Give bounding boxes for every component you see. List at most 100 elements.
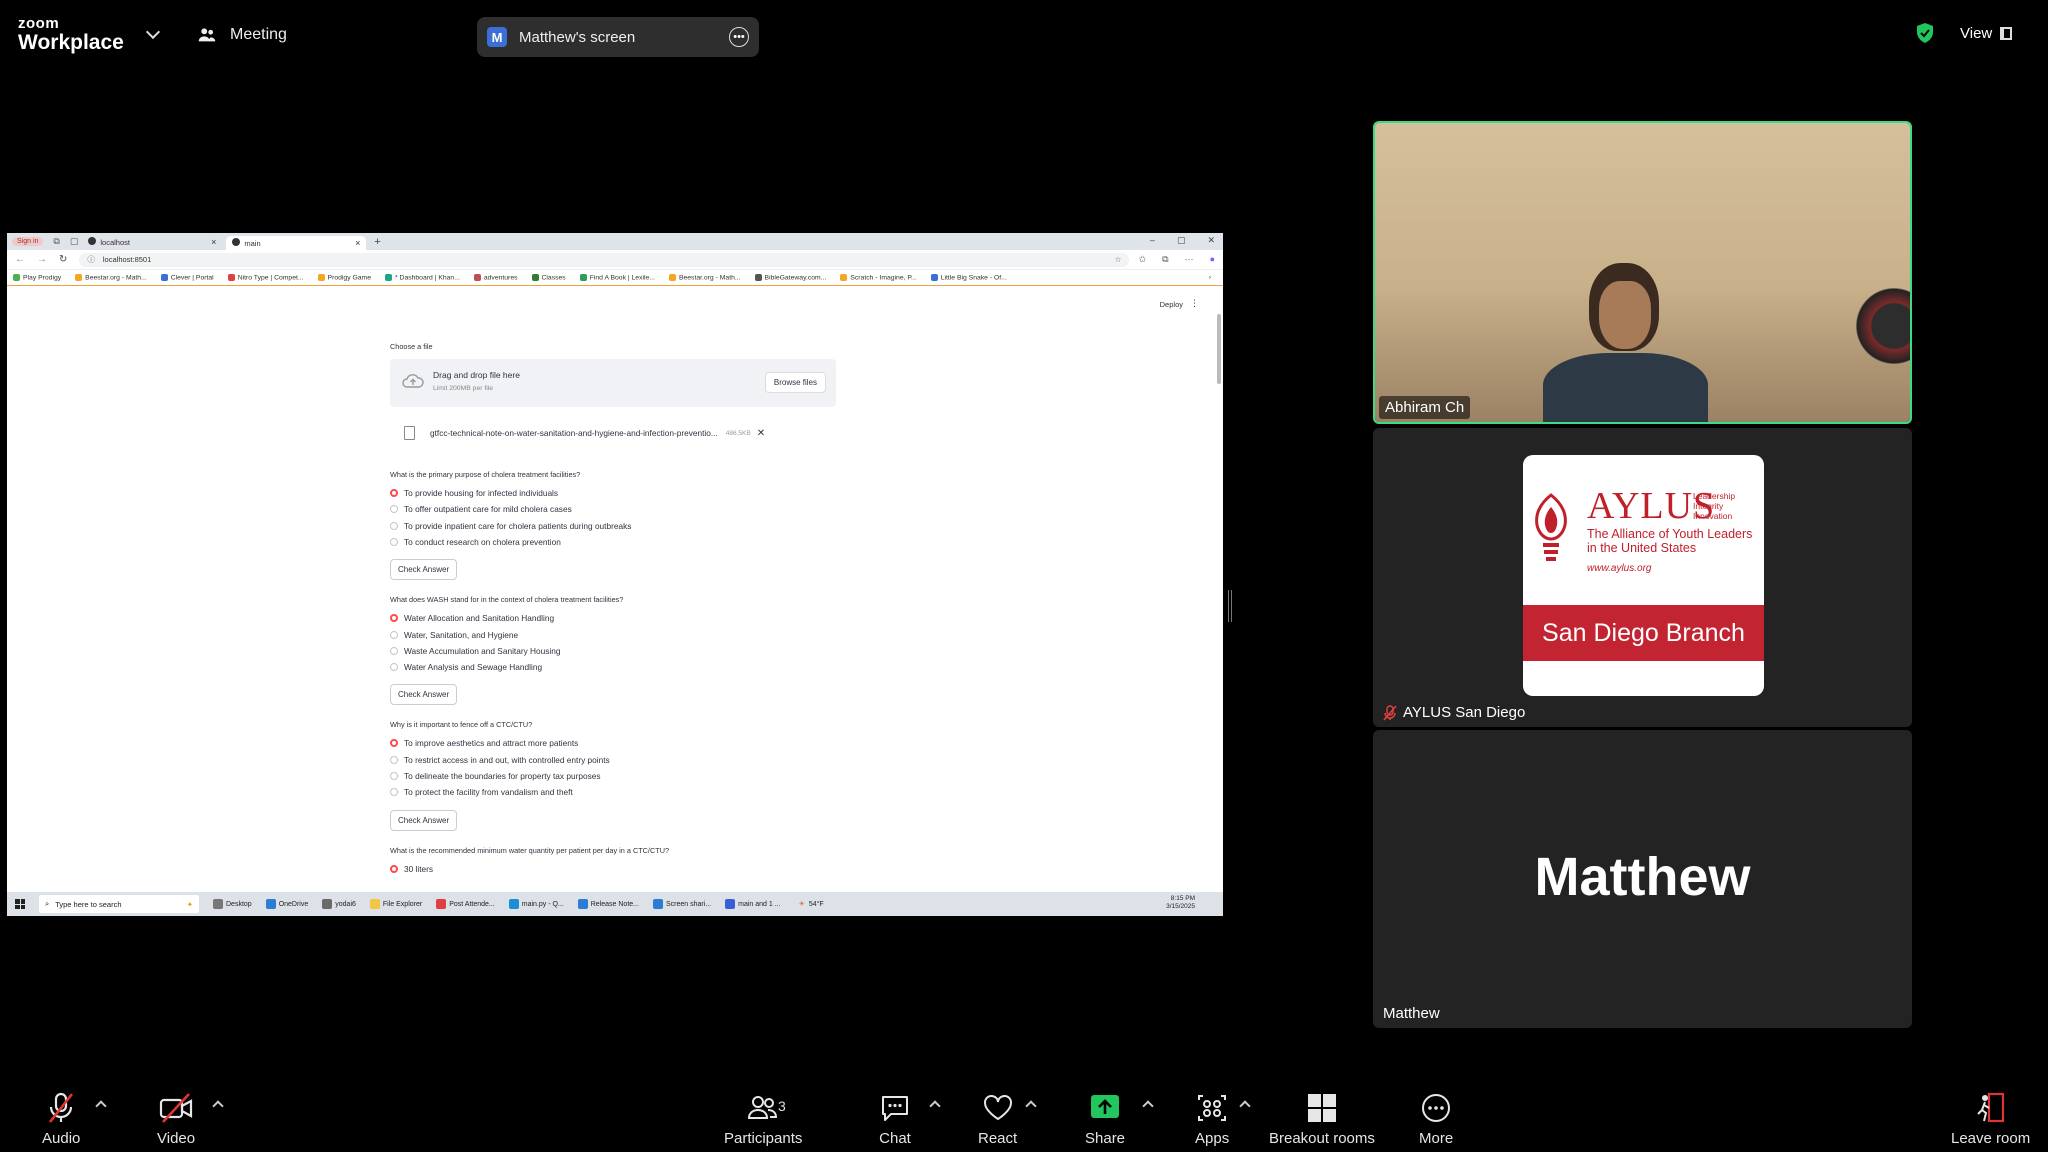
radio-button[interactable] bbox=[390, 864, 398, 873]
bookmark-item[interactable]: Little Big Snake - Of... bbox=[930, 273, 1007, 281]
answer-option[interactable]: 30 liters bbox=[390, 864, 433, 874]
radio-button[interactable] bbox=[390, 663, 398, 672]
meeting-button[interactable]: Meeting bbox=[196, 24, 287, 46]
radio-button[interactable] bbox=[390, 614, 398, 623]
taskbar-app[interactable]: main and 1 ... bbox=[725, 899, 781, 909]
split-resize-handle[interactable] bbox=[1228, 590, 1232, 622]
taskbar-app[interactable]: yodai6 bbox=[322, 899, 356, 909]
answer-option[interactable]: To provide housing for infected individu… bbox=[390, 488, 558, 498]
close-window-icon[interactable]: ✕ bbox=[1207, 235, 1215, 246]
react-button[interactable]: React bbox=[978, 1092, 1017, 1147]
copilot-icon[interactable]: ● bbox=[1210, 254, 1215, 265]
breakout-rooms-button[interactable]: Breakout rooms bbox=[1269, 1092, 1375, 1147]
check-answer-button[interactable]: Check Answer bbox=[390, 684, 458, 706]
shared-screen[interactable]: Sign in ⧉ ▢ localhost × main × + – ▢ ✕ ←… bbox=[7, 233, 1223, 916]
audio-options-caret[interactable] bbox=[95, 1100, 107, 1112]
answer-option[interactable]: To restrict access in and out, with cont… bbox=[390, 755, 610, 765]
file-dropzone[interactable]: Drag and drop file here Limit 200MB per … bbox=[390, 359, 836, 407]
video-tile-abhiram[interactable]: Abhiram Ch bbox=[1373, 121, 1912, 424]
more-button[interactable]: More bbox=[1419, 1092, 1453, 1147]
answer-option[interactable]: To delineate the boundaries for property… bbox=[390, 771, 600, 781]
video-tile-aylus[interactable]: AYLUS Leadership Integrity Innovation Th… bbox=[1373, 428, 1912, 727]
minimize-icon[interactable]: – bbox=[1150, 235, 1155, 246]
video-tile-matthew[interactable]: Matthew Matthew bbox=[1373, 730, 1912, 1028]
remove-file-icon[interactable]: ✕ bbox=[757, 428, 765, 439]
reload-icon[interactable]: ↻ bbox=[59, 254, 67, 265]
bookmark-item[interactable]: Nitro Type | Compet... bbox=[227, 273, 304, 281]
url-field[interactable]: ⓘ localhost:8501 ☆ bbox=[79, 252, 1130, 267]
browse-files-button[interactable]: Browse files bbox=[764, 372, 826, 393]
deploy-button[interactable]: Deploy bbox=[1160, 300, 1183, 309]
security-shield-icon[interactable] bbox=[1915, 22, 1935, 44]
bookmark-item[interactable]: * Dashboard | Khan... bbox=[385, 273, 460, 281]
site-info-icon[interactable]: ⓘ bbox=[87, 254, 95, 265]
bookmark-item[interactable]: Play Prodigy bbox=[13, 273, 61, 281]
radio-button[interactable] bbox=[390, 788, 398, 797]
share-options-caret[interactable] bbox=[1142, 1100, 1154, 1112]
bookmark-item[interactable]: Prodigy Game bbox=[317, 273, 371, 281]
tab-actions-icon[interactable]: ▢ bbox=[70, 236, 79, 247]
check-answer-button[interactable]: Check Answer bbox=[390, 809, 458, 831]
taskbar-app[interactable]: Desktop bbox=[213, 899, 252, 909]
close-tab-icon[interactable]: × bbox=[211, 237, 216, 247]
answer-option[interactable]: Waste Accumulation and Sanitary Housing bbox=[390, 646, 561, 656]
bookmark-item[interactable]: adventures bbox=[473, 273, 518, 281]
signin-button[interactable]: Sign in bbox=[12, 237, 44, 246]
menu-dots-icon[interactable]: ··· bbox=[1185, 254, 1194, 265]
favorites-icon[interactable]: ✩ bbox=[1139, 254, 1147, 265]
back-icon[interactable]: ← bbox=[15, 254, 25, 265]
taskbar-app[interactable]: Release Note... bbox=[577, 899, 639, 909]
taskbar-app[interactable]: main.py - Q... bbox=[508, 899, 564, 909]
more-bookmarks-icon[interactable]: › bbox=[1209, 274, 1211, 281]
react-options-caret[interactable] bbox=[1025, 1100, 1037, 1112]
workspaces-icon[interactable]: ⧉ bbox=[53, 236, 59, 247]
answer-option[interactable]: To provide inpatient care for cholera pa… bbox=[390, 521, 631, 531]
taskbar-clock[interactable]: 8:15 PM 3/15/2025 bbox=[1166, 895, 1195, 912]
radio-button[interactable] bbox=[390, 772, 398, 780]
new-tab-icon[interactable]: + bbox=[374, 236, 380, 248]
radio-button[interactable] bbox=[390, 739, 398, 748]
answer-option[interactable]: Water Allocation and Sanitation Handling bbox=[390, 613, 554, 623]
radio-button[interactable] bbox=[390, 646, 398, 655]
radio-button[interactable] bbox=[390, 521, 398, 530]
chevron-down-icon[interactable] bbox=[145, 24, 161, 40]
close-tab-icon[interactable]: × bbox=[355, 238, 360, 248]
radio-button[interactable] bbox=[390, 755, 398, 764]
tab-localhost[interactable]: localhost × bbox=[82, 235, 222, 249]
shared-screen-pill[interactable]: M Matthew's screen ••• bbox=[477, 17, 759, 57]
page-scrollbar[interactable] bbox=[1217, 314, 1221, 384]
maximize-icon[interactable]: ▢ bbox=[1177, 235, 1186, 246]
radio-button[interactable] bbox=[390, 630, 398, 639]
check-answer-button[interactable]: Check Answer bbox=[390, 559, 458, 581]
answer-option[interactable]: To improve aesthetics and attract more p… bbox=[390, 738, 578, 748]
forward-icon[interactable]: → bbox=[37, 254, 47, 265]
apps-options-caret[interactable] bbox=[1239, 1100, 1251, 1112]
answer-option[interactable]: To protect the facility from vandalism a… bbox=[390, 787, 573, 797]
participants-button[interactable]: Participants 3 bbox=[724, 1092, 802, 1147]
taskbar-search[interactable]: ⌕ Type here to search ✦ bbox=[39, 895, 199, 913]
video-button[interactable]: Video bbox=[157, 1092, 195, 1147]
app-menu-icon[interactable]: ⋮ bbox=[1190, 298, 1199, 309]
tab-main[interactable]: main × bbox=[226, 236, 367, 250]
chat-options-caret[interactable] bbox=[929, 1100, 941, 1112]
bookmark-item[interactable]: Scratch - Imagine, P... bbox=[840, 273, 917, 281]
taskbar-app[interactable]: OneDrive bbox=[265, 899, 308, 909]
radio-button[interactable] bbox=[390, 489, 398, 497]
more-options-icon[interactable]: ••• bbox=[729, 27, 749, 47]
taskbar-app[interactable]: Post Attende... bbox=[436, 899, 495, 909]
radio-button[interactable] bbox=[390, 537, 398, 546]
audio-button[interactable]: Audio bbox=[42, 1092, 80, 1147]
leave-room-button[interactable]: Leave room bbox=[1951, 1092, 2030, 1147]
bookmark-item[interactable]: Classes bbox=[531, 273, 566, 281]
answer-option[interactable]: To offer outpatient care for mild choler… bbox=[390, 504, 572, 514]
bookmark-item[interactable]: Beestar.org - Math... bbox=[75, 273, 147, 281]
collections-icon[interactable]: ⧉ bbox=[1162, 254, 1168, 265]
windows-start-icon[interactable] bbox=[15, 899, 25, 909]
bookmark-item[interactable]: Clever | Portal bbox=[160, 273, 214, 281]
answer-option[interactable]: To conduct research on cholera preventio… bbox=[390, 537, 561, 547]
radio-button[interactable] bbox=[390, 505, 398, 514]
answer-option[interactable]: Water Analysis and Sewage Handling bbox=[390, 662, 542, 672]
bookmark-item[interactable]: Beestar.org - Math... bbox=[668, 273, 741, 281]
taskbar-app[interactable]: File Explorer bbox=[369, 899, 422, 909]
answer-option[interactable]: Water, Sanitation, and Hygiene bbox=[390, 630, 518, 640]
